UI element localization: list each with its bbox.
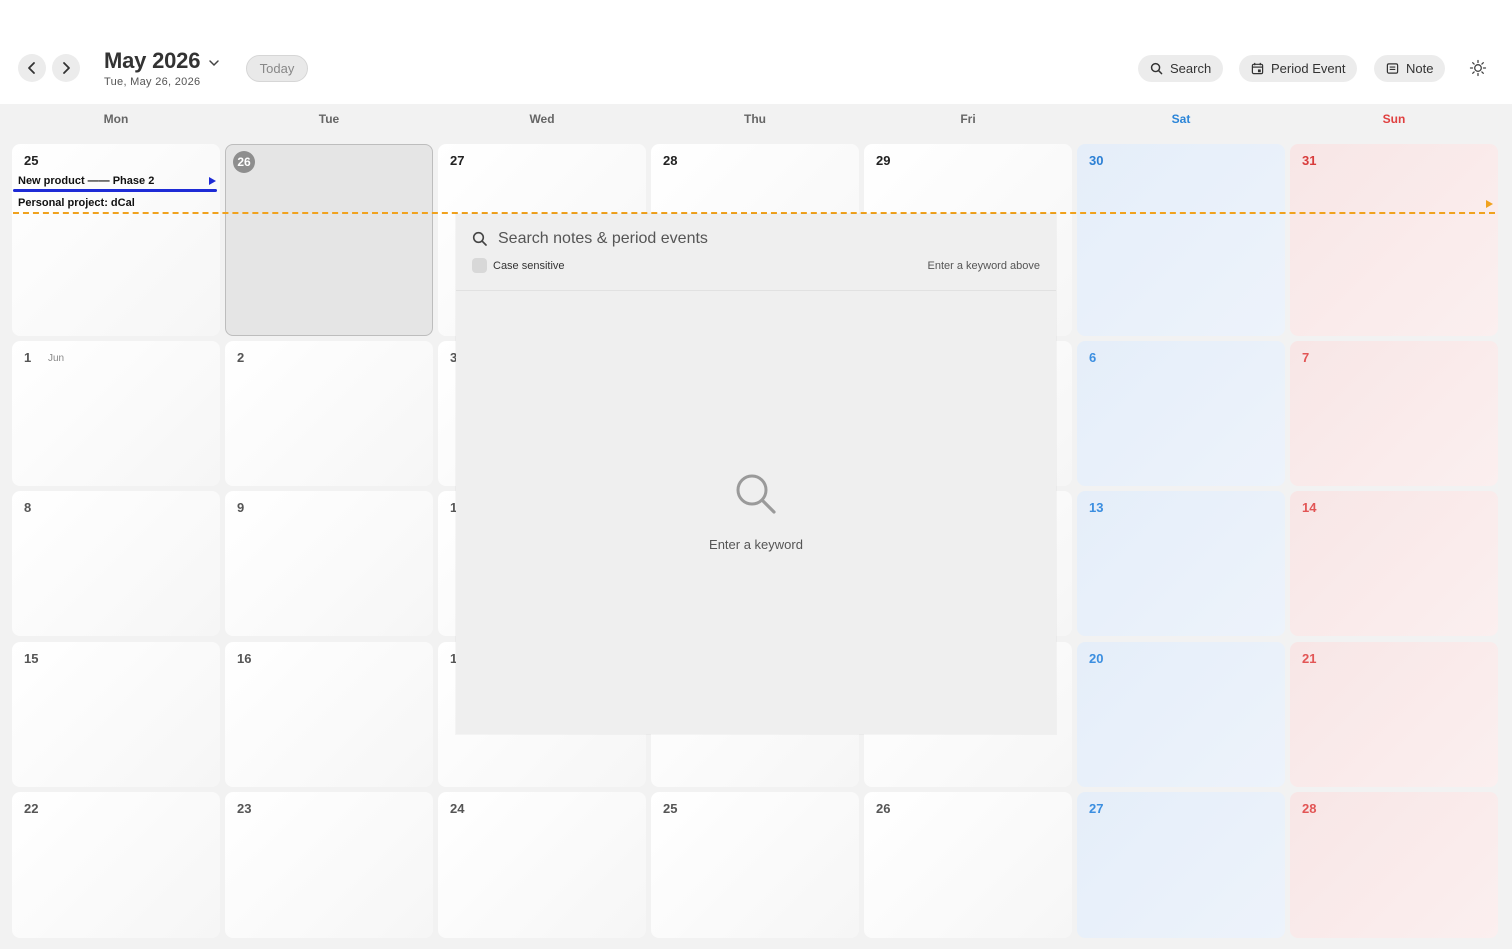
search-button-label: Search: [1170, 61, 1212, 76]
month-title[interactable]: May 2026: [104, 48, 200, 74]
day-number: 31: [1302, 153, 1317, 168]
day-number: 14: [1302, 500, 1317, 515]
day-number: 23: [237, 801, 252, 816]
day-cell[interactable]: 30: [1077, 144, 1285, 336]
weekday-thu: Thu: [744, 112, 766, 126]
search-button[interactable]: Search: [1138, 55, 1224, 82]
day-number: 8: [24, 500, 32, 515]
day-cell[interactable]: 31: [1290, 144, 1498, 336]
today-button[interactable]: Today: [246, 55, 308, 82]
empty-state-text: Enter a keyword: [709, 537, 803, 552]
chevron-right-icon: [63, 62, 70, 74]
day-cell[interactable]: 24: [438, 792, 646, 938]
day-cell[interactable]: 7: [1290, 341, 1498, 486]
day-number: 28: [663, 153, 678, 168]
case-sensitive-label: Case sensitive: [493, 260, 565, 272]
magnifier-icon: [736, 474, 776, 514]
chevron-down-icon[interactable]: [208, 57, 220, 69]
day-number: 24: [450, 801, 465, 816]
period-event-button[interactable]: Period Event: [1239, 55, 1358, 82]
weekday-fri: Fri: [960, 112, 976, 126]
day-number: 7: [1302, 350, 1310, 365]
day-number: 6: [1089, 350, 1097, 365]
period-event-button-label: Period Event: [1271, 61, 1346, 76]
day-cell[interactable]: 6: [1077, 341, 1285, 486]
day-number: 9: [237, 500, 245, 515]
note-button[interactable]: Note: [1374, 55, 1446, 82]
calendar-event-icon: [1251, 62, 1264, 75]
search-panel-header: Case sensitive Enter a keyword above: [456, 214, 1056, 291]
today-day-number: 26: [233, 151, 255, 173]
day-number: 15: [24, 651, 39, 666]
day-cell[interactable]: 26: [864, 792, 1072, 938]
day-number: 26: [876, 801, 891, 816]
current-date: Tue, May 26, 2026: [104, 76, 201, 88]
weekday-mon: Mon: [103, 112, 129, 126]
period-event-personal-label[interactable]: Personal project: dCal: [18, 197, 135, 209]
day-number: 21: [1302, 651, 1317, 666]
previous-month-button[interactable]: [18, 54, 46, 82]
day-number: 20: [1089, 651, 1104, 666]
day-cell[interactable]: 25: [651, 792, 859, 938]
next-month-button[interactable]: [52, 54, 80, 82]
day-number: 27: [1089, 801, 1104, 816]
day-cell[interactable]: 15: [12, 642, 220, 787]
day-number: 1: [24, 350, 32, 365]
weekday-sun: Sun: [1382, 112, 1406, 126]
case-sensitive-checkbox[interactable]: [472, 258, 487, 273]
day-cell[interactable]: 9: [225, 491, 433, 636]
day-number: 16: [237, 651, 252, 666]
note-button-label: Note: [1406, 61, 1434, 76]
arrow-right-icon: [1486, 200, 1493, 208]
search-input[interactable]: [498, 226, 1038, 252]
period-event-phase2-label: New product —— Phase 2: [18, 175, 155, 187]
day-cell[interactable]: 26: [225, 144, 433, 336]
day-number: 25: [24, 153, 39, 168]
day-cell[interactable]: 8: [12, 491, 220, 636]
day-cell[interactable]: 21: [1290, 642, 1498, 787]
chevron-left-icon: [28, 62, 35, 74]
sun-icon[interactable]: [1468, 58, 1488, 78]
note-icon: [1386, 63, 1399, 74]
search-icon: [472, 231, 487, 246]
weekday-wed: Wed: [529, 112, 555, 126]
day-cell[interactable]: 16: [225, 642, 433, 787]
toolbar: May 2026 Tue, May 26, 2026 Today Search …: [0, 0, 1512, 104]
period-event-phase2-bar: [13, 189, 217, 192]
search-panel: Case sensitive Enter a keyword above Ent…: [456, 214, 1056, 734]
arrow-right-icon: [209, 177, 216, 185]
day-number: 22: [24, 801, 39, 816]
weekday-tue: Tue: [318, 112, 340, 126]
day-number: 29: [876, 153, 891, 168]
day-cell[interactable]: 20: [1077, 642, 1285, 787]
month-tag: Jun: [48, 353, 65, 364]
day-cell[interactable]: 2: [225, 341, 433, 486]
period-event-phase2[interactable]: New product —— Phase 2: [13, 172, 218, 193]
day-number: 28: [1302, 801, 1317, 816]
search-hint: Enter a keyword above: [927, 260, 1040, 272]
day-cell[interactable]: 22: [12, 792, 220, 938]
day-number: 13: [1089, 500, 1104, 515]
day-number: 30: [1089, 153, 1104, 168]
day-cell[interactable]: 28: [1290, 792, 1498, 938]
day-cell[interactable]: 13: [1077, 491, 1285, 636]
weekday-sat: Sat: [1171, 112, 1191, 126]
day-number: 25: [663, 801, 678, 816]
day-number: 27: [450, 153, 465, 168]
day-cell[interactable]: 1 Jun: [12, 341, 220, 486]
search-icon: [1150, 62, 1163, 75]
month-title-block: May 2026 Tue, May 26, 2026: [104, 48, 220, 88]
day-cell[interactable]: 27: [1077, 792, 1285, 938]
day-cell[interactable]: 23: [225, 792, 433, 938]
day-number: 2: [237, 350, 245, 365]
day-cell[interactable]: 14: [1290, 491, 1498, 636]
